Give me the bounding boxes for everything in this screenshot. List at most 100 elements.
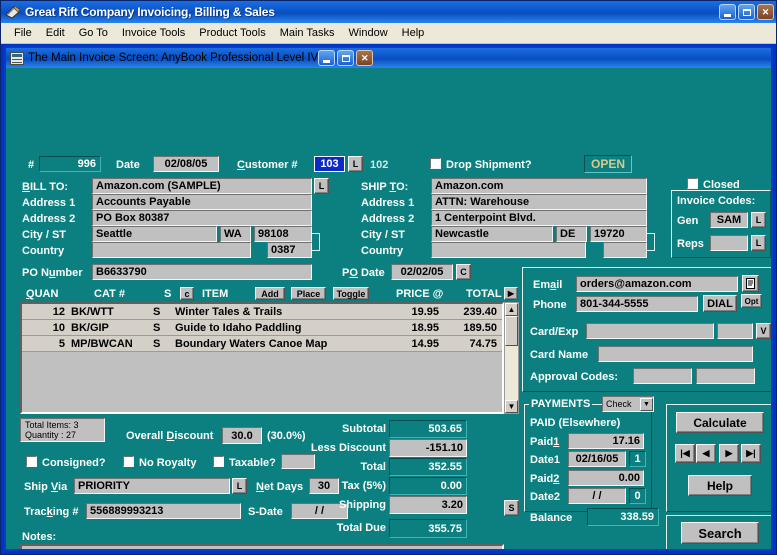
menu-item-main-tasks[interactable]: Main Tasks	[273, 25, 342, 41]
grid-add-button[interactable]: Add	[255, 287, 285, 300]
ship-zip4-field[interactable]	[603, 242, 647, 258]
invoice-maximize-button[interactable]	[337, 50, 355, 66]
grid-scroll-up-button[interactable]: ▲	[505, 303, 518, 316]
calculate-button[interactable]: Calculate	[676, 412, 764, 433]
gen-code-lookup-button[interactable]: L	[751, 212, 766, 228]
card-expiry-field[interactable]	[717, 323, 753, 339]
phone-field[interactable]: 801-344-5555	[576, 296, 698, 312]
gen-code-field[interactable]: SAM	[710, 212, 748, 228]
grid-scroll-thumb[interactable]	[505, 316, 518, 346]
search-button[interactable]: Search	[681, 522, 759, 544]
ship-address2-field[interactable]: 1 Centerpoint Blvd.	[431, 210, 647, 226]
notes-field[interactable]: You can type notes to yourself or to you…	[20, 544, 504, 549]
grid-scroll-down-button[interactable]: ▼	[505, 400, 518, 413]
email-doc-icon[interactable]	[742, 275, 759, 292]
menu-item-product-tools[interactable]: Product Tools	[192, 25, 272, 41]
grid-place-button[interactable]: Place	[291, 287, 326, 300]
date2-flag-field[interactable]: 0	[629, 488, 646, 504]
ship-state-field[interactable]: DE	[556, 226, 587, 242]
ship-city-field[interactable]: Newcastle	[431, 226, 553, 242]
card-dropdown-button[interactable]: V	[756, 323, 771, 339]
table-row[interactable]: 5 MP/BWCAN S Boundary Waters Canoe Map 14.95…	[22, 336, 502, 352]
grid-header-c-button[interactable]: c	[180, 287, 194, 300]
menu-item-window[interactable]: Window	[342, 25, 395, 41]
paid1-label: Paid1	[530, 436, 560, 448]
nav-prev-button[interactable]: ◀	[696, 444, 716, 463]
grid-scrollbar[interactable]: ▲ ▼	[504, 302, 519, 414]
dial-button[interactable]: DIAL	[703, 295, 737, 312]
close-button[interactable]: ✕	[757, 4, 774, 20]
bill-to-lookup-button[interactable]: L	[314, 178, 329, 194]
menu-item-edit[interactable]: Edit	[39, 25, 72, 41]
ship-to-name-field[interactable]: Amazon.com	[431, 178, 647, 194]
email-field[interactable]: orders@amazon.com	[576, 276, 738, 292]
nav-first-button[interactable]: |◀	[675, 444, 695, 463]
approval-code-1-field[interactable]	[633, 368, 692, 384]
cell-total: 74.75	[469, 337, 497, 350]
opt-button[interactable]: Opt	[741, 294, 762, 308]
reps-code-lookup-button[interactable]: L	[751, 235, 766, 251]
summary-label-1: Less Discount	[310, 442, 386, 454]
app-title-bar: Great Rift Company Invoicing, Billing & …	[1, 1, 776, 23]
grid-header-s: S	[164, 288, 172, 300]
customer-lookup-button[interactable]: L	[348, 156, 363, 172]
bill-address2-field[interactable]: PO Box 80387	[92, 210, 312, 226]
customer-number-field[interactable]: 103	[314, 156, 345, 172]
ship-address1-field[interactable]: ATTN: Warehouse	[431, 194, 647, 210]
items-grid[interactable]: 12 BK/WTT S Winter Tales & Trails 19.95 239.4…	[20, 302, 504, 414]
shipping-s-button[interactable]: S	[504, 500, 519, 516]
po-date-field[interactable]: 02/02/05	[391, 264, 453, 280]
invoice-date-field[interactable]: 02/08/05	[153, 156, 219, 172]
bill-city-field[interactable]: Seattle	[92, 226, 217, 242]
table-row[interactable]: 10 BK/GIP S Guide to Idaho Paddling 18.95 189…	[22, 320, 502, 336]
grid-more-button[interactable]: ▶	[504, 287, 518, 300]
po-calendar-button[interactable]: C	[456, 264, 471, 280]
menu-item-invoice-tools[interactable]: Invoice Tools	[115, 25, 192, 41]
app-window-buttons: ✕	[719, 4, 774, 20]
maximize-button[interactable]	[738, 4, 755, 20]
bill-to-name-field[interactable]: Amazon.com (SAMPLE)	[92, 178, 312, 194]
card-name-field[interactable]	[598, 346, 753, 362]
nav-last-button[interactable]: ▶|	[741, 444, 761, 463]
ship-zip-field[interactable]: 19720	[590, 226, 647, 242]
ship-country-field[interactable]	[431, 242, 586, 258]
date1-field[interactable]: 02/16/05	[568, 451, 626, 467]
grid-header-cat: CAT #	[94, 288, 125, 300]
summary-value-4[interactable]: 3.20	[389, 496, 467, 514]
menu-item-file[interactable]: File	[7, 25, 39, 41]
nav-next-button[interactable]: ▶	[719, 444, 739, 463]
bill-state-field[interactable]: WA	[220, 226, 251, 242]
closed-checkbox[interactable]	[687, 178, 698, 189]
paid1-field[interactable]: 17.16	[568, 433, 644, 449]
reps-code-field[interactable]	[710, 235, 748, 251]
summary-label-4: Shipping	[338, 499, 386, 511]
summary-value-3: 0.00	[389, 477, 467, 495]
chevron-down-icon[interactable]: ▼	[640, 397, 653, 411]
po-number-field[interactable]: B6633790	[92, 264, 312, 280]
drop-shipment-checkbox[interactable]	[430, 158, 441, 169]
ship-city-state-label: City / ST	[361, 229, 406, 241]
date1-flag-field[interactable]: 1	[629, 451, 646, 467]
invoice-title-bar: The Main Invoice Screen: AnyBook Profess…	[6, 48, 771, 68]
summary-value-1[interactable]: -151.10	[389, 439, 467, 457]
bill-address1-field[interactable]: Accounts Payable	[92, 194, 312, 210]
bill-country-field[interactable]	[92, 242, 251, 258]
minimize-button[interactable]	[719, 4, 736, 20]
menu-item-goto[interactable]: Go To	[72, 25, 115, 41]
paid2-field[interactable]: 0.00	[568, 470, 644, 486]
invoice-number-field[interactable]: 996	[39, 156, 101, 172]
table-row[interactable]: 12 BK/WTT S Winter Tales & Trails 19.95 239.4…	[22, 304, 502, 320]
invoice-close-button[interactable]: ✕	[356, 50, 374, 66]
card-number-field[interactable]	[586, 323, 714, 339]
help-button[interactable]: Help	[688, 475, 752, 496]
grid-toggle-button[interactable]: Toggle	[333, 287, 369, 300]
payment-method-combo[interactable]: Check ▼	[602, 396, 654, 412]
cell-s: S	[153, 305, 161, 318]
date2-field[interactable]: / /	[568, 488, 626, 504]
menu-item-help[interactable]: Help	[395, 25, 432, 41]
invoice-minimize-button[interactable]	[318, 50, 336, 66]
approval-codes-label: Approval Codes:	[530, 371, 619, 383]
bill-zip-field[interactable]: 98108	[254, 226, 312, 242]
bill-zip4-field[interactable]: 0387	[267, 242, 312, 258]
approval-code-2-field[interactable]	[696, 368, 755, 384]
